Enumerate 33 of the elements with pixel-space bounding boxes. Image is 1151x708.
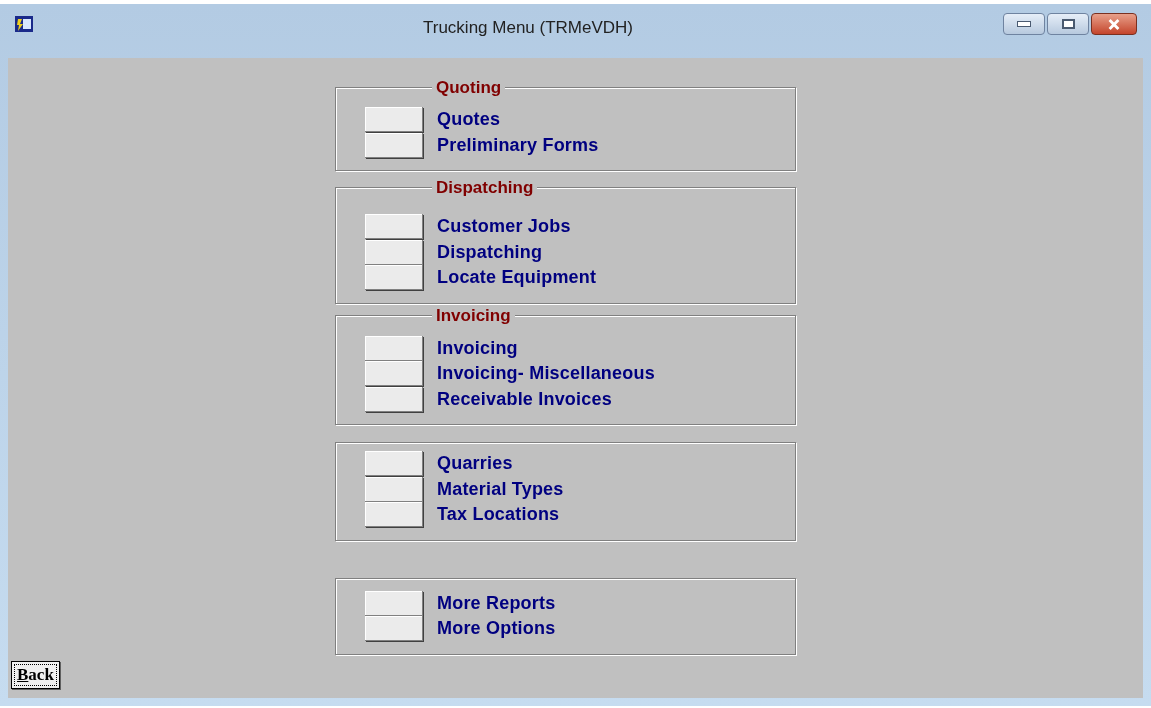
close-icon bbox=[1107, 18, 1121, 30]
menu-label: Quotes bbox=[437, 109, 501, 131]
menu-button[interactable] bbox=[365, 239, 423, 265]
close-button[interactable] bbox=[1091, 13, 1137, 35]
menu-label: Preliminary Forms bbox=[437, 134, 599, 156]
menu-button[interactable] bbox=[365, 107, 423, 133]
menu-label: Invoicing bbox=[437, 337, 518, 359]
menu-button[interactable] bbox=[365, 361, 423, 387]
window-title: Trucking Menu (TRMeVDH) bbox=[422, 18, 634, 38]
menu-button[interactable] bbox=[365, 132, 423, 158]
menu-label: More Reports bbox=[437, 592, 556, 614]
group-title: Dispatching bbox=[432, 178, 538, 198]
menu-label: Customer Jobs bbox=[437, 216, 571, 238]
menu-button[interactable] bbox=[365, 451, 423, 477]
group-title: Quoting bbox=[432, 78, 506, 98]
menu-button[interactable] bbox=[365, 476, 423, 502]
menu-label: Receivable Invoices bbox=[437, 388, 612, 410]
menu-button[interactable] bbox=[365, 214, 423, 240]
menu-button[interactable] bbox=[365, 502, 423, 528]
menu-label: Invoicing- Miscellaneous bbox=[437, 363, 655, 385]
menu-button[interactable] bbox=[365, 265, 423, 291]
menu-label: More Options bbox=[437, 618, 556, 640]
menu-label: Tax Locations bbox=[437, 504, 560, 526]
minimize-button[interactable] bbox=[1003, 13, 1045, 35]
menu-label: Locate Equipment bbox=[437, 267, 597, 289]
back-button[interactable]: Back bbox=[11, 661, 60, 689]
maximize-button[interactable] bbox=[1047, 13, 1089, 35]
menu-button[interactable] bbox=[365, 616, 423, 642]
menu-label: Dispatching bbox=[437, 241, 543, 263]
app-icon bbox=[14, 14, 34, 34]
menu-label: Quarries bbox=[437, 453, 513, 475]
menu-label: Material Types bbox=[437, 478, 564, 500]
menu-button[interactable] bbox=[365, 386, 423, 412]
